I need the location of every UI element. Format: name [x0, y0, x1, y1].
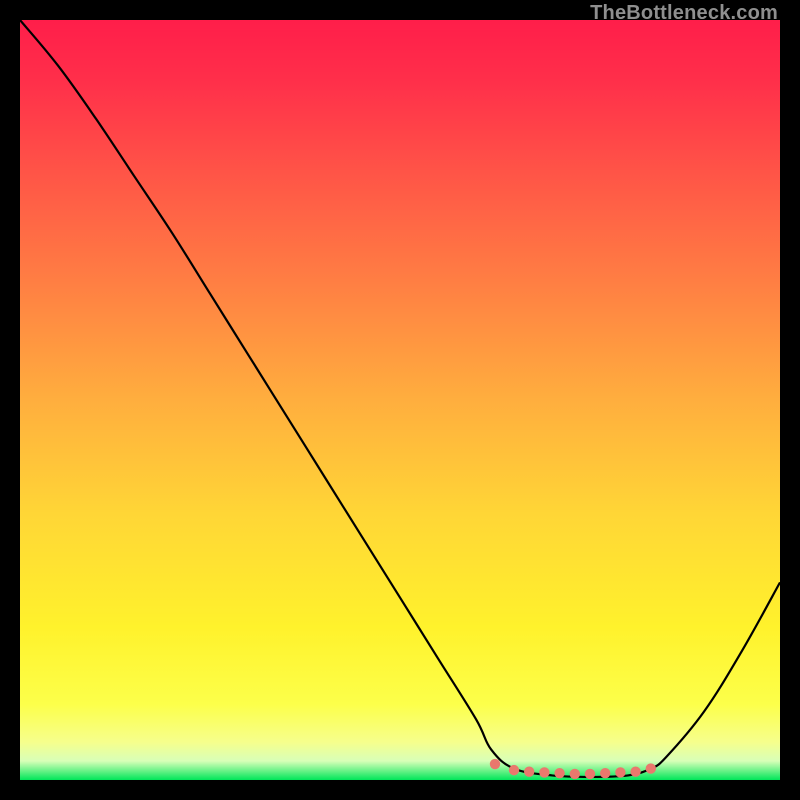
marker-dot	[539, 767, 549, 777]
marker-dot	[585, 769, 595, 779]
plot-area	[20, 20, 780, 780]
marker-dot	[570, 769, 580, 779]
marker-dot	[600, 768, 610, 778]
marker-dot	[554, 768, 564, 778]
marker-dot	[490, 759, 500, 769]
marker-dot	[615, 767, 625, 777]
marker-dot	[630, 766, 640, 776]
marker-dot	[509, 765, 519, 775]
bottleneck-curve	[20, 20, 780, 777]
attribution-text: TheBottleneck.com	[590, 2, 778, 25]
marker-dot	[524, 766, 534, 776]
marker-dot	[646, 763, 656, 773]
flat-region-markers	[490, 759, 656, 779]
chart-container: TheBottleneck.com	[0, 0, 800, 800]
curve-layer	[20, 20, 780, 780]
